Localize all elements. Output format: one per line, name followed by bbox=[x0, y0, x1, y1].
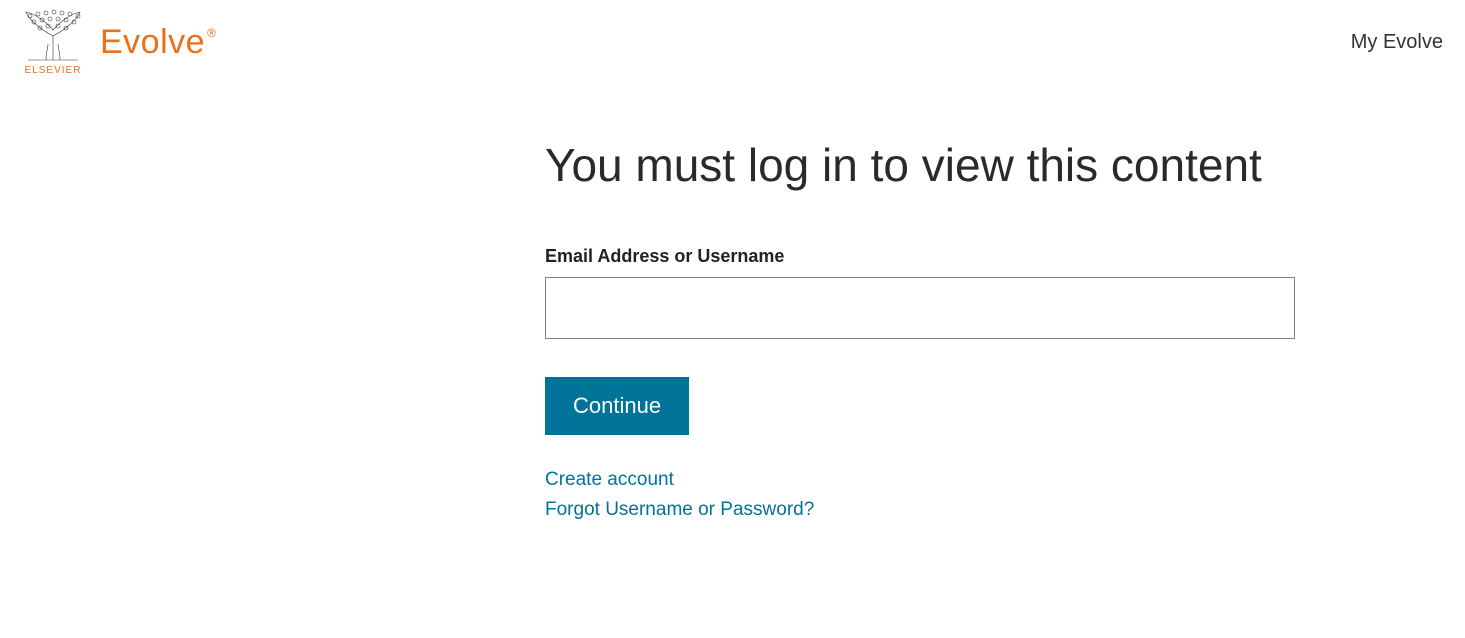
brand: ELSEVIER Evolve® bbox=[18, 8, 214, 76]
nav-my-evolve[interactable]: My Evolve bbox=[1351, 31, 1447, 54]
tree-icon bbox=[18, 8, 88, 64]
product-name-text: Evolve bbox=[100, 23, 205, 61]
help-links: Create account Forgot Username or Passwo… bbox=[545, 469, 1295, 521]
header: ELSEVIER Evolve® My Evolve bbox=[0, 0, 1465, 84]
publisher-label: ELSEVIER bbox=[25, 66, 82, 76]
product-name[interactable]: Evolve® bbox=[100, 23, 214, 62]
continue-button[interactable]: Continue bbox=[545, 377, 689, 435]
page-title: You must log in to view this content bbox=[545, 134, 1295, 196]
username-label: Email Address or Username bbox=[545, 246, 1295, 267]
login-form: You must log in to view this content Ema… bbox=[545, 134, 1295, 521]
forgot-credentials-link[interactable]: Forgot Username or Password? bbox=[545, 499, 1295, 521]
create-account-link[interactable]: Create account bbox=[545, 469, 1295, 491]
elsevier-logo[interactable]: ELSEVIER bbox=[18, 8, 88, 76]
username-input[interactable] bbox=[545, 277, 1295, 339]
registered-mark-icon: ® bbox=[207, 26, 216, 40]
